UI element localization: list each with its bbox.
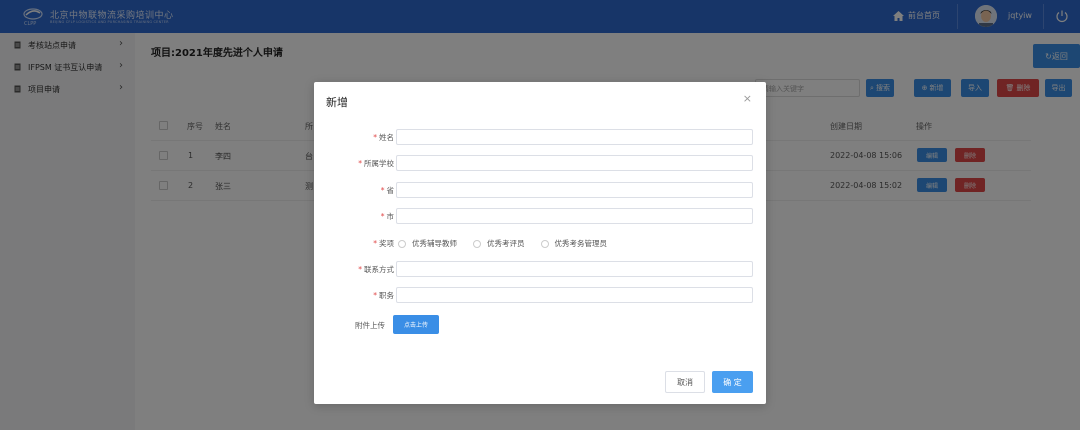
name-input[interactable] <box>396 129 753 145</box>
award-option[interactable]: 优秀辅导教师 <box>398 238 457 249</box>
city-input[interactable] <box>396 208 753 224</box>
upload-label: 附件上传 <box>355 321 385 330</box>
form-row-province: * 省 <box>314 182 766 198</box>
form-row-award: * 奖项 优秀辅导教师 优秀考评员 优秀考务管理员 <box>314 235 766 251</box>
field-label: * 姓名 <box>373 133 394 142</box>
school-input[interactable] <box>396 155 753 171</box>
field-label: * 市 <box>380 212 394 221</box>
province-input[interactable] <box>396 182 753 198</box>
award-option[interactable]: 优秀考评员 <box>473 238 525 249</box>
upload-button[interactable]: 点击上传 <box>393 315 439 334</box>
form-row-city: * 市 <box>314 208 766 224</box>
confirm-button[interactable]: 确 定 <box>712 371 753 393</box>
award-option[interactable]: 优秀考务管理员 <box>540 238 607 249</box>
form-row-school: * 所属学校 <box>314 155 766 171</box>
field-label: * 联系方式 <box>358 265 394 274</box>
award-radio-group: 优秀辅导教师 优秀考评员 优秀考务管理员 <box>398 238 623 249</box>
field-label: * 省 <box>380 186 394 195</box>
form-row-position: * 职务 <box>314 287 766 303</box>
form-row-name: * 姓名 <box>314 129 766 145</box>
field-label: * 奖项 <box>373 239 394 248</box>
form-row-contact: * 联系方式 <box>314 261 766 277</box>
radio-circle <box>473 239 481 248</box>
position-input[interactable] <box>396 287 753 303</box>
cancel-button[interactable]: 取消 <box>665 371 705 393</box>
contact-input[interactable] <box>396 261 753 277</box>
add-dialog: 新增 × * 姓名 * 所属学校 * 省 * 市 * 奖项 优秀辅导教师 优秀考评员 优秀… <box>314 82 766 404</box>
field-label: * 职务 <box>373 291 394 300</box>
radio-circle <box>540 239 549 248</box>
field-label: * 所属学校 <box>358 159 394 168</box>
dialog-title: 新增 <box>326 96 348 109</box>
radio-circle <box>398 239 406 248</box>
close-icon[interactable]: × <box>743 92 752 105</box>
